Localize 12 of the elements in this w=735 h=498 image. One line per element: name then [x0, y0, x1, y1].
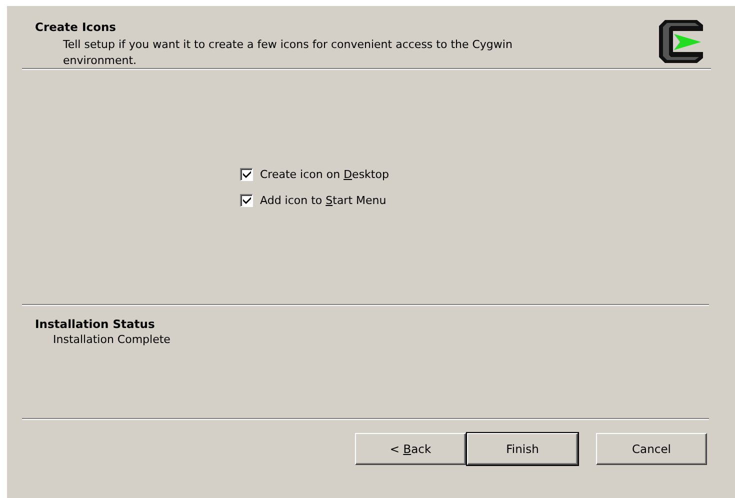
- dialog-button[interactable]: < Back: [355, 433, 466, 465]
- checkbox[interactable]: [240, 168, 253, 180]
- status-text: Installation Complete: [53, 333, 172, 346]
- check-icon: [242, 196, 250, 204]
- checkbox[interactable]: [240, 194, 253, 206]
- page-title: Create Icons: [35, 20, 117, 34]
- check-icon: [242, 170, 250, 178]
- status-title: Installation Status: [35, 317, 156, 331]
- dialog-button[interactable]: Finish: [467, 433, 578, 465]
- dialog-button[interactable]: Cancel: [596, 433, 707, 465]
- page-description: Tell setup if you want it to create a few icons for convenient access to the Cygwin environment.: [63, 37, 514, 69]
- logo-icon: [659, 20, 703, 63]
